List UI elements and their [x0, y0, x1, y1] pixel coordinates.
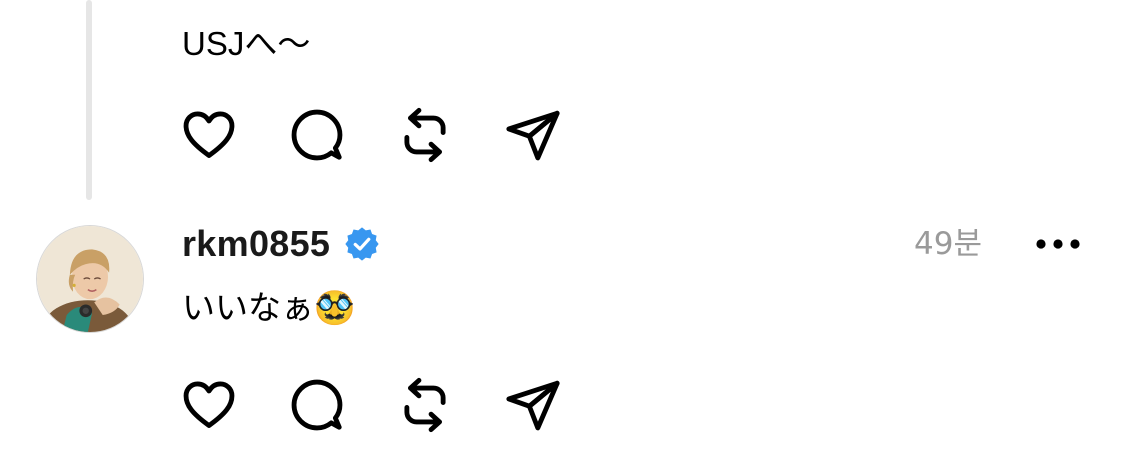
share-icon [506, 110, 560, 161]
avatar-image [37, 226, 143, 332]
share-button[interactable] [502, 374, 564, 436]
verified-badge-icon [345, 227, 379, 261]
heart-icon [183, 111, 235, 158]
share-button[interactable] [502, 104, 564, 166]
comment-icon [291, 109, 343, 161]
comment-button[interactable] [286, 104, 348, 166]
thread-line [86, 0, 92, 200]
repost-button[interactable] [394, 104, 456, 166]
share-icon [506, 380, 560, 431]
reply-author: rkm0855 [182, 220, 380, 268]
parent-post-actions [178, 104, 610, 166]
repost-icon [404, 107, 446, 163]
comment-icon [291, 379, 343, 431]
avatar[interactable] [36, 225, 144, 333]
repost-icon [404, 377, 446, 433]
username[interactable]: rkm0855 [182, 223, 330, 265]
like-button[interactable] [178, 374, 240, 436]
heart-icon [183, 381, 235, 428]
more-icon [1036, 239, 1080, 249]
parent-post-text: USJへ～ [182, 25, 311, 62]
reply-text: いいなぁ🥸 [182, 288, 356, 327]
reply-actions [178, 374, 610, 436]
comment-button[interactable] [286, 374, 348, 436]
more-options-button[interactable] [1030, 222, 1086, 266]
timestamp: 49분 [914, 226, 982, 262]
like-button[interactable] [178, 104, 240, 166]
repost-button[interactable] [394, 374, 456, 436]
